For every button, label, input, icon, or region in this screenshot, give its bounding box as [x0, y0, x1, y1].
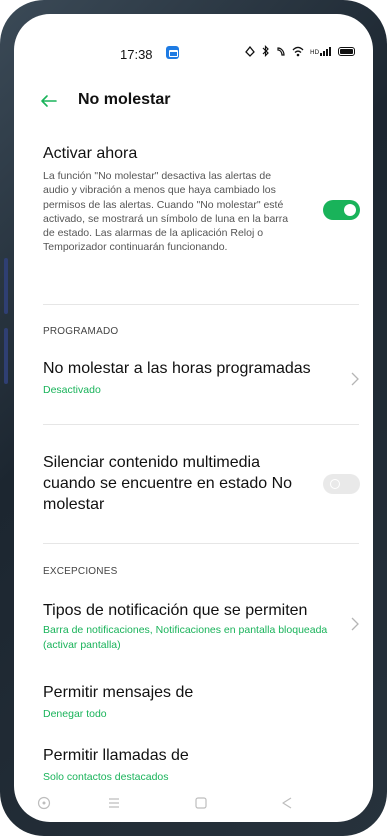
mute-media-title: Silenciar contenido multimedia cuando se…: [43, 454, 293, 513]
status-time: 17:38: [120, 47, 153, 62]
activate-now-row[interactable]: Activar ahora La función "No molestar" d…: [43, 143, 293, 255]
divider: [43, 304, 359, 305]
status-icons: HD: [245, 45, 355, 57]
volume-button: [4, 258, 8, 314]
allow-calls-title: Permitir llamadas de: [43, 747, 189, 764]
battery-icon: [338, 46, 355, 56]
wifi-icon: [292, 46, 304, 56]
svg-text:HD: HD: [310, 49, 320, 56]
activate-now-title: Activar ahora: [43, 145, 138, 162]
screen: 17:38 HD No molestar Activar ahora La fu…: [14, 14, 373, 822]
divider: [43, 424, 359, 425]
header: No molestar: [14, 89, 373, 119]
exceptions-section-label: EXCEPCIONES: [43, 566, 118, 577]
allow-calls-row[interactable]: Permitir llamadas de Solo contactos dest…: [43, 745, 363, 785]
page-title: No molestar: [78, 91, 171, 108]
scheduled-section-label: PROGRAMADO: [43, 326, 119, 337]
power-button: [4, 328, 8, 384]
status-bar: 17:38 HD: [14, 14, 373, 64]
chevron-right-icon: [351, 617, 359, 631]
assistant-icon[interactable]: [37, 796, 51, 810]
scheduled-row[interactable]: No molestar a las horas programadas Desa…: [43, 358, 333, 398]
allow-calls-status: Solo contactos destacados: [43, 771, 169, 783]
allow-messages-status: Denegar todo: [43, 708, 107, 720]
notification-types-row[interactable]: Tipos de notificación que se permiten Ba…: [43, 600, 328, 653]
chevron-right-icon: [351, 372, 359, 386]
notification-app-icon: [166, 46, 179, 59]
phone-frame: 17:38 HD No molestar Activar ahora La fu…: [0, 0, 387, 836]
toggle-knob: [330, 479, 340, 489]
mute-media-toggle[interactable]: [323, 474, 360, 494]
vibrate-icon: [277, 46, 285, 56]
bluetooth-icon: [262, 45, 269, 57]
allow-messages-title: Permitir mensajes de: [43, 684, 194, 701]
back-icon[interactable]: [280, 796, 294, 810]
notification-types-title: Tipos de notificación que se permiten: [43, 602, 308, 619]
navigation-bar: [14, 788, 373, 822]
mute-media-row[interactable]: Silenciar contenido multimedia cuando se…: [43, 452, 308, 515]
scheduled-status: Desactivado: [43, 384, 101, 396]
toggle-knob: [344, 204, 356, 216]
activate-now-description: La función "No molestar" desactiva las a…: [43, 170, 289, 254]
menu-icon[interactable]: [107, 796, 121, 810]
notification-types-status: Barra de notificaciones, Notificaciones …: [43, 624, 328, 651]
allow-messages-row[interactable]: Permitir mensajes de Denegar todo: [43, 682, 363, 722]
home-icon[interactable]: [194, 796, 208, 810]
alarm-icon: [245, 45, 255, 57]
activate-now-toggle[interactable]: [323, 200, 360, 220]
scheduled-title: No molestar a las horas programadas: [43, 360, 311, 377]
divider: [43, 543, 359, 544]
back-arrow-icon[interactable]: [39, 91, 59, 111]
signal-icon: HD: [310, 46, 331, 56]
